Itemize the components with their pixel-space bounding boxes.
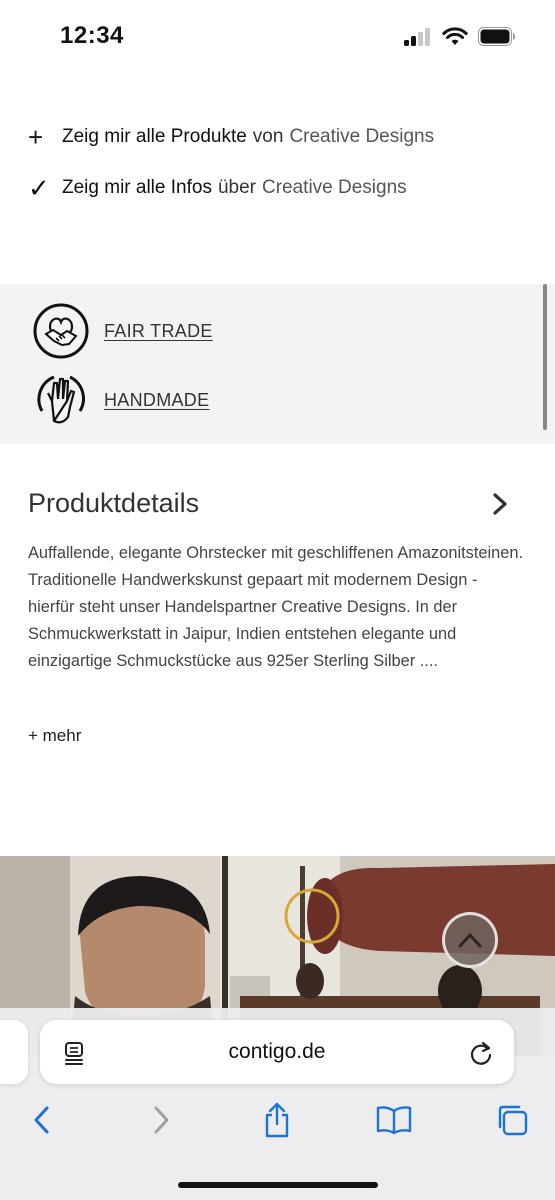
link-strong-text: Zeig mir alle Infos bbox=[62, 177, 212, 198]
url-text: contigo.de bbox=[228, 1040, 326, 1063]
chevron-right-icon[interactable] bbox=[492, 492, 508, 515]
link-brand-name: Creative Designs bbox=[261, 177, 407, 198]
product-details-title: Produktdetails bbox=[28, 488, 200, 518]
back-button[interactable] bbox=[22, 1100, 62, 1140]
wifi-icon bbox=[442, 27, 468, 45]
handmade-link[interactable]: HANDMADE bbox=[104, 390, 209, 411]
share-button[interactable] bbox=[257, 1100, 297, 1140]
back-icon bbox=[34, 1106, 49, 1134]
reload-icon[interactable] bbox=[468, 1040, 494, 1066]
handshake-icon bbox=[33, 303, 89, 359]
cellular-signal-icon bbox=[404, 28, 434, 46]
link-brand-name: Creative Designs bbox=[289, 126, 435, 147]
product-description: Auffallende, elegante Ohrstecker mit ges… bbox=[28, 544, 524, 670]
forward-icon bbox=[154, 1106, 169, 1134]
clock: 12:34 bbox=[60, 22, 124, 49]
all-infos-link[interactable]: ✓ Zeig mir alle Infos über Creative Desi… bbox=[28, 175, 407, 201]
link-preposition: von bbox=[252, 126, 284, 147]
all-products-link[interactable]: + Zeig mir alle Produkte von Creative De… bbox=[28, 124, 434, 150]
tabs-overview-icon bbox=[498, 1105, 528, 1136]
status-bar: 12:34 bbox=[0, 0, 555, 70]
home-indicator bbox=[178, 1182, 378, 1188]
checkmark-icon: ✓ bbox=[28, 173, 50, 203]
scroll-to-top-button[interactable] bbox=[442, 912, 498, 968]
forward-button[interactable] bbox=[141, 1100, 181, 1140]
product-details-header[interactable]: Produktdetails bbox=[28, 488, 508, 519]
fair-trade-badge[interactable]: FAIR TRADE bbox=[32, 302, 213, 360]
bookmarks-button[interactable] bbox=[374, 1100, 414, 1140]
bookmarks-icon bbox=[376, 1106, 412, 1135]
battery-icon bbox=[478, 27, 515, 46]
page-scrollbar[interactable] bbox=[543, 284, 547, 430]
share-icon bbox=[265, 1102, 289, 1138]
certification-badges: FAIR TRADE HANDMADE bbox=[0, 284, 555, 444]
address-bar[interactable]: contigo.de bbox=[40, 1020, 514, 1084]
chevron-up-icon bbox=[458, 933, 482, 948]
previous-tab-peek[interactable] bbox=[0, 1020, 28, 1084]
plus-icon: + bbox=[28, 122, 44, 152]
link-strong-text: Zeig mir alle Produkte bbox=[62, 126, 247, 147]
hand-icon bbox=[37, 375, 85, 424]
show-more-link[interactable]: + mehr bbox=[28, 726, 81, 746]
link-preposition: über bbox=[217, 177, 256, 198]
fair-trade-link[interactable]: FAIR TRADE bbox=[104, 321, 213, 342]
tabs-button[interactable] bbox=[492, 1100, 532, 1140]
handmade-badge[interactable]: HANDMADE bbox=[32, 371, 209, 429]
